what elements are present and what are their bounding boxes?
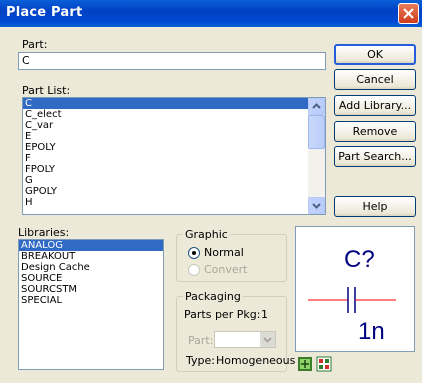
chevron-down-icon — [263, 337, 272, 343]
libraries-label: Libraries: — [18, 226, 70, 239]
list-item[interactable]: SOURCE — [19, 273, 163, 284]
part-preview: C? 1n — [295, 226, 415, 352]
title-bar[interactable]: Place Part — [0, 0, 422, 27]
packaging-group-label: Packaging — [183, 290, 243, 303]
list-item[interactable]: C_elect — [23, 109, 325, 120]
convert-radio-label[interactable]: Convert — [204, 263, 248, 276]
window-title: Place Part — [6, 5, 83, 20]
packaging-group: Packaging Parts per Pkg: 1 Part: Type: H… — [176, 290, 295, 372]
pkg-part-select[interactable] — [214, 331, 276, 348]
list-item[interactable]: BREAKOUT — [19, 251, 163, 262]
close-icon — [403, 8, 414, 19]
parts-per-pkg-label: Parts per Pkg: — [184, 308, 261, 321]
type-label: Type: — [186, 354, 215, 367]
ok-button[interactable]: OK — [334, 44, 416, 65]
convert-radio[interactable] — [188, 264, 200, 276]
list-item[interactable]: SOURCSTM — [19, 284, 163, 295]
parts-per-pkg-value: 1 — [261, 308, 268, 321]
place-part-dialog: Place Part Part: C OK Cancel Add Library… — [0, 0, 422, 383]
list-item[interactable]: C — [23, 98, 325, 109]
list-item[interactable]: H — [23, 197, 325, 208]
normal-view-icon[interactable] — [297, 356, 313, 372]
libraries-list[interactable]: ANALOG BREAKOUT Design Cache SOURCE SOUR… — [18, 239, 164, 370]
chevron-down-icon — [312, 203, 321, 209]
scroll-up-button[interactable] — [308, 98, 325, 115]
scroll-thumb[interactable] — [308, 115, 325, 149]
list-item[interactable]: EPOLY — [23, 142, 325, 153]
list-item[interactable]: G — [23, 175, 325, 186]
type-value: Homogeneous — [216, 354, 296, 367]
help-button[interactable]: Help — [334, 196, 416, 217]
close-button[interactable] — [398, 3, 419, 24]
part-search-button[interactable]: Part Search... — [334, 146, 416, 167]
chevron-up-icon — [312, 103, 321, 109]
normal-radio-label[interactable]: Normal — [204, 246, 244, 259]
scroll-down-button[interactable] — [308, 197, 325, 214]
list-item[interactable]: Design Cache — [19, 262, 163, 273]
graphic-group-label: Graphic — [183, 228, 230, 241]
preview-value-text: 1n — [358, 318, 385, 345]
radio-dot — [192, 251, 196, 255]
graphic-group: Graphic Normal Convert — [176, 228, 287, 282]
part-list[interactable]: C C_elect C_var E EPOLY F FPOLY G GPOLY … — [22, 97, 326, 215]
list-item[interactable]: E — [23, 131, 325, 142]
cancel-button[interactable]: Cancel — [334, 69, 416, 90]
part-list-scrollbar[interactable] — [308, 98, 325, 214]
preview-ref-text: C? — [344, 246, 375, 273]
part-input[interactable]: C — [18, 52, 326, 70]
zoom-view-icon[interactable] — [316, 356, 332, 372]
list-item[interactable]: C_var — [23, 120, 325, 131]
pkg-part-dropdown-button[interactable] — [260, 332, 275, 347]
list-item[interactable]: ANALOG — [19, 240, 163, 251]
remove-library-button[interactable]: Remove Library — [334, 121, 416, 157]
add-library-button[interactable]: Add Library... — [334, 95, 416, 116]
list-item[interactable]: F — [23, 153, 325, 164]
list-item[interactable]: SPECIAL — [19, 295, 163, 306]
list-item[interactable]: FPOLY — [23, 164, 325, 175]
capacitor-symbol: C? 1n — [308, 246, 396, 345]
pkg-part-label: Part: — [188, 334, 214, 347]
part-list-label: Part List: — [22, 84, 71, 97]
list-item[interactable]: GPOLY — [23, 186, 325, 197]
part-label: Part: — [22, 38, 48, 51]
normal-radio[interactable] — [188, 247, 200, 259]
